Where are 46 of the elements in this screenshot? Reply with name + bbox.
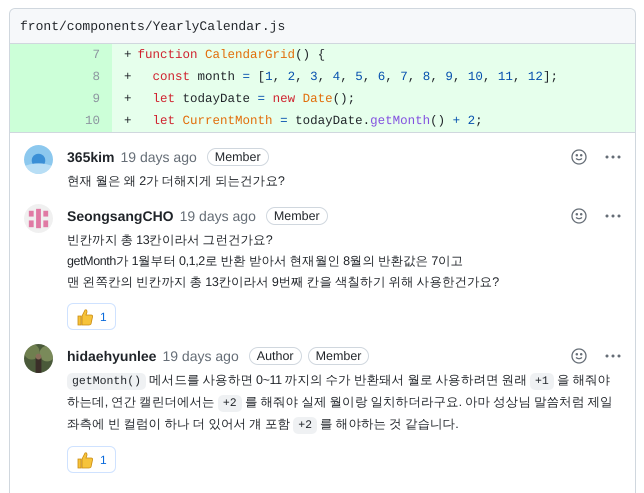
thumbs-up-icon: [76, 450, 94, 468]
line-number: 8: [10, 66, 112, 88]
more-button[interactable]: [605, 214, 621, 218]
diff-marker: +: [123, 48, 133, 62]
thumbs-up-icon: [76, 308, 94, 326]
author-link[interactable]: hidaehyunlee: [67, 348, 156, 364]
comment-text: 맨 왼쪽칸의 빈칸까지 총 13칸이라서 9번째 칸을 색칠하기 위해 사용한건가요?: [67, 274, 500, 291]
code-text: const month = [1, 2, 3, 4, 5, 6, 7, 8, 9, 10, 11, 12];: [152, 70, 558, 84]
more-icon: [605, 214, 621, 218]
more-button[interactable]: [605, 354, 621, 358]
author-link[interactable]: 365kim: [67, 149, 114, 165]
avatar-icon: [24, 145, 53, 174]
add-reaction-button[interactable]: [571, 208, 587, 224]
role-badge: Member: [266, 207, 328, 225]
code-text: let CurrentMonth = todayDate.getMonth() + 2;: [152, 114, 483, 128]
comment-text: getMonth가 1월부터 0,1,2로 반환 받아서 현재월인 8월의 반환값은 7이고: [67, 253, 464, 270]
file-path: front/components/YearlyCalendar.js: [20, 19, 286, 34]
reaction-button[interactable]: 1: [67, 303, 116, 330]
comment-text: getMonth() 메서드를 사용하면 0~11 까지의 수가 반환돼서 월로 사용하려면 원래 +1 을 해줘야 하는데, 연간 캘린더에서는 +2 를 해줘야 실제 월이랑 일치하더라구요. 아마 성상님 말씀처럼 제일 좌측에 빈 컬럼이 하나 더 있어서 걔 포함 +2 를 해야하는 것 같습니다.: [67, 372, 614, 436]
comment-text: 빈칸까지 총 13칸이라서 그런건가요?: [67, 232, 274, 249]
diff-marker: +: [123, 114, 133, 128]
line-number: 10: [10, 110, 112, 132]
emoji-icon: [571, 208, 587, 224]
more-icon: [605, 155, 621, 159]
role-badge: Author: [248, 347, 302, 365]
more-icon: [605, 354, 621, 358]
more-button[interactable]: [605, 155, 621, 159]
comment-text: 현재 월은 왜 2가 더해지게 되는건가요?: [67, 173, 286, 190]
emoji-icon: [571, 149, 587, 165]
timestamp-link[interactable]: 19 days ago: [162, 348, 239, 364]
diff-marker: +: [123, 70, 133, 84]
code-text: function CalendarGrid() {: [138, 48, 326, 62]
line-number: 9: [10, 88, 112, 110]
role-badge: Member: [308, 347, 370, 365]
avatar-icon: [24, 204, 53, 233]
timestamp-link[interactable]: 19 days ago: [180, 208, 256, 224]
reaction-button[interactable]: 1: [67, 446, 116, 473]
line-number: 7: [10, 44, 112, 66]
timestamp-link[interactable]: 19 days ago: [120, 149, 197, 165]
emoji-icon: [571, 348, 587, 364]
role-badge: Member: [206, 148, 269, 166]
diff-marker: +: [123, 92, 133, 106]
add-reaction-button[interactable]: [571, 149, 587, 165]
author-link[interactable]: SeongsangCHO: [67, 208, 174, 224]
add-reaction-button[interactable]: [571, 348, 587, 364]
code-text: let todayDate = new Date();: [152, 92, 356, 106]
